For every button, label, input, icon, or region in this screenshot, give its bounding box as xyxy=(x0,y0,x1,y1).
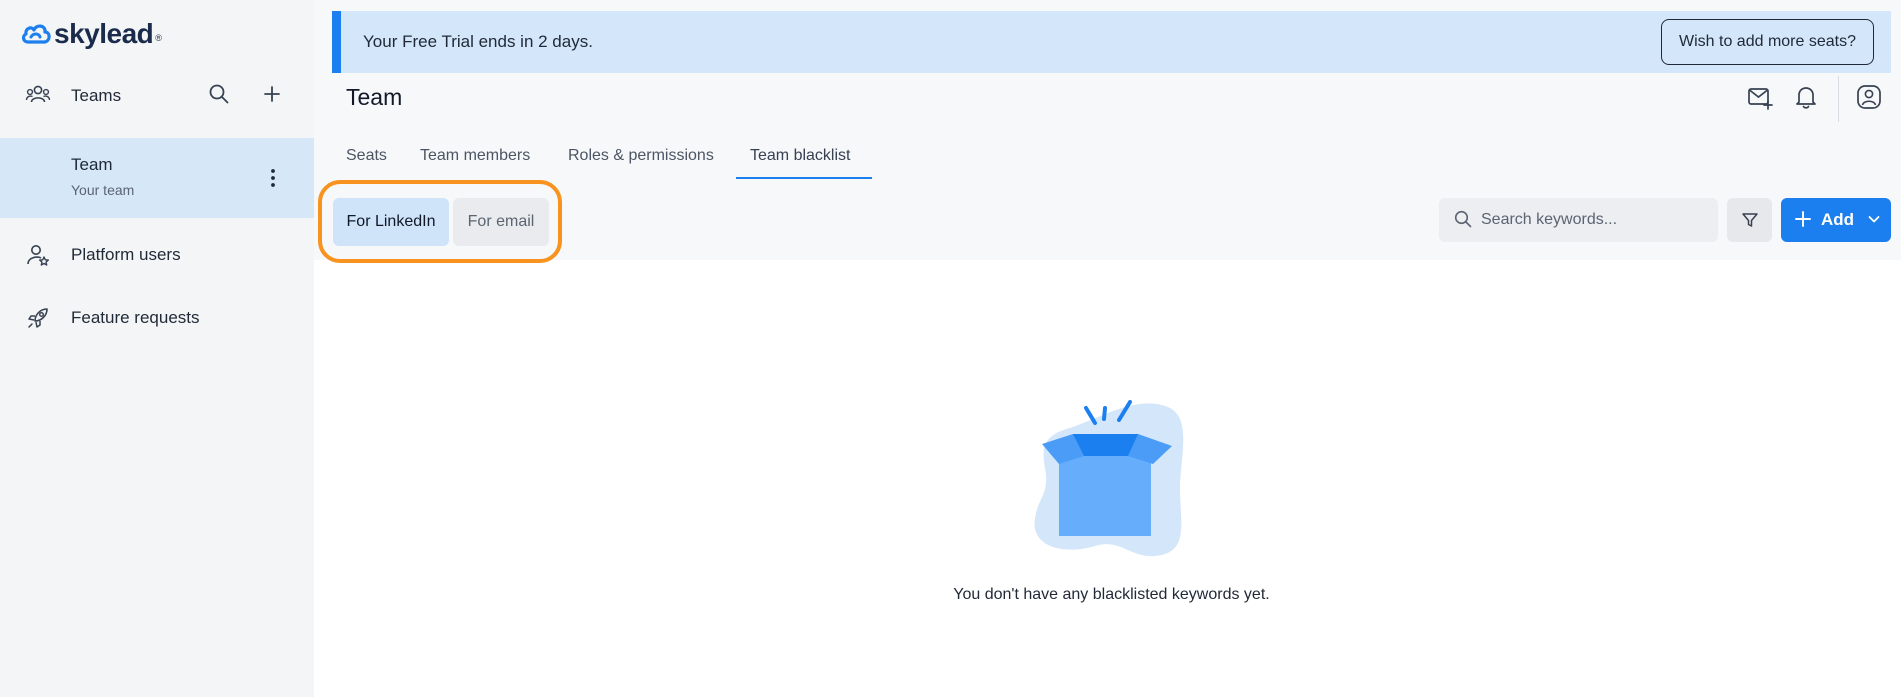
tab-team-blacklist[interactable]: Team blacklist xyxy=(750,147,850,165)
sidebar-item-label: Feature requests xyxy=(71,308,200,327)
filter-icon xyxy=(1741,213,1758,227)
header-divider xyxy=(1838,76,1839,122)
chevron-down-icon xyxy=(1868,216,1880,223)
team-more-options-icon[interactable] xyxy=(264,166,282,190)
add-button-label: Add xyxy=(1821,210,1855,229)
tab-seats[interactable]: Seats xyxy=(346,147,387,165)
filter-button[interactable] xyxy=(1727,198,1772,242)
sidebar-team-item[interactable]: Team Your team xyxy=(0,138,314,218)
keyword-search xyxy=(1439,198,1718,242)
empty-state-container: You don't have any blacklisted keywords … xyxy=(314,586,1901,604)
skylead-logo[interactable]: skylead ® xyxy=(20,18,162,50)
sidebar-item-platform-users[interactable]: Platform users xyxy=(0,243,314,267)
tab-roles-permissions[interactable]: Roles & permissions xyxy=(568,147,714,165)
team-name: Team xyxy=(71,155,113,174)
users-icon xyxy=(25,85,51,103)
page-title: Team xyxy=(346,84,403,110)
user-profile-icon[interactable] xyxy=(1855,83,1883,111)
logo-text: skylead xyxy=(54,18,154,49)
add-keyword-button[interactable]: Add xyxy=(1781,198,1891,242)
bell-icon[interactable] xyxy=(1792,83,1820,111)
sidebar-teams-label: Teams xyxy=(71,86,122,105)
empty-state-message: You don't have any blacklisted keywords … xyxy=(953,586,1270,603)
for-linkedin-toggle[interactable]: For LinkedIn xyxy=(333,198,449,246)
sidebar-item-feature-requests[interactable]: Feature requests xyxy=(0,306,314,330)
teams-search-icon[interactable] xyxy=(207,82,231,106)
sidebar: skylead ® Teams Team Your team Platform … xyxy=(0,0,314,697)
plus-icon xyxy=(1795,211,1811,227)
empty-box-illustration xyxy=(1034,400,1184,557)
mail-plus-icon[interactable] xyxy=(1746,83,1774,111)
sidebar-item-label: Platform users xyxy=(71,245,181,264)
team-subtitle: Your team xyxy=(71,182,135,198)
cloud-logo-icon xyxy=(21,24,51,44)
search-icon xyxy=(1454,210,1472,228)
user-star-icon xyxy=(27,245,49,266)
logo-registered-mark: ® xyxy=(155,33,162,43)
add-seats-button[interactable]: Wish to add more seats? xyxy=(1661,19,1874,65)
for-email-toggle[interactable]: For email xyxy=(453,198,549,246)
rocket-icon xyxy=(28,308,48,328)
search-input[interactable] xyxy=(1481,198,1711,242)
sidebar-teams-header: Teams xyxy=(0,84,314,108)
tab-team-members[interactable]: Team members xyxy=(420,147,530,165)
trial-banner-message: Your Free Trial ends in 2 days. xyxy=(363,32,593,51)
active-tab-indicator xyxy=(736,177,872,179)
add-team-plus-icon[interactable] xyxy=(260,82,284,106)
